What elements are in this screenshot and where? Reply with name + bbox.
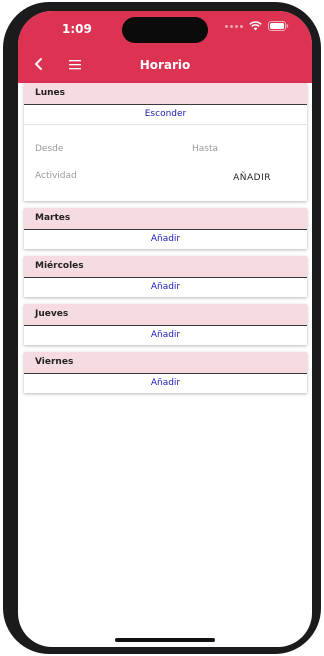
home-indicator[interactable] bbox=[115, 638, 215, 642]
add-button[interactable]: AÑADIR bbox=[233, 173, 271, 183]
desde-field[interactable]: Desde bbox=[35, 144, 63, 154]
day-card-martes: Martes Añadir bbox=[24, 208, 307, 249]
day-header: Martes bbox=[24, 208, 307, 230]
status-icons bbox=[225, 21, 289, 31]
day-name: Martes bbox=[35, 213, 71, 223]
signal-icon bbox=[225, 24, 243, 28]
day-card-viernes: Viernes Añadir bbox=[24, 352, 307, 393]
wifi-icon bbox=[249, 21, 262, 31]
day-header: Lunes bbox=[24, 83, 307, 105]
day-card-miercoles: Miércoles Añadir bbox=[24, 256, 307, 297]
day-name: Lunes bbox=[35, 88, 66, 98]
phone-frame: 1:09 Horario Lunes Esconder Desde Hasta … bbox=[3, 2, 321, 654]
day-name: Miércoles bbox=[35, 261, 84, 271]
app-header: 1:09 Horario bbox=[18, 11, 312, 83]
actividad-field[interactable]: Actividad bbox=[35, 171, 77, 181]
day-header: Miércoles bbox=[24, 256, 307, 278]
day-name: Jueves bbox=[35, 309, 69, 319]
dynamic-island bbox=[122, 17, 208, 43]
add-day-button[interactable]: Añadir bbox=[24, 326, 307, 345]
day-header: Viernes bbox=[24, 352, 307, 374]
schedule-form: Desde Hasta Actividad AÑADIR bbox=[24, 124, 307, 201]
add-day-button[interactable]: Añadir bbox=[24, 230, 307, 249]
page-title: Horario bbox=[139, 58, 191, 72]
schedule-list: Lunes Esconder Desde Hasta Actividad AÑA… bbox=[24, 83, 307, 400]
hide-button[interactable]: Esconder bbox=[24, 105, 307, 124]
add-day-button[interactable]: Añadir bbox=[24, 278, 307, 297]
battery-icon bbox=[268, 21, 289, 31]
day-card-jueves: Jueves Añadir bbox=[24, 304, 307, 345]
status-time: 1:09 bbox=[62, 22, 92, 36]
day-card-lunes: Lunes Esconder Desde Hasta Actividad AÑA… bbox=[24, 83, 307, 201]
day-name: Viernes bbox=[35, 357, 74, 367]
hasta-field[interactable]: Hasta bbox=[192, 144, 218, 154]
add-day-button[interactable]: Añadir bbox=[24, 374, 307, 393]
app-screen: 1:09 Horario Lunes Esconder Desde Hasta … bbox=[18, 11, 312, 647]
day-header: Jueves bbox=[24, 304, 307, 326]
